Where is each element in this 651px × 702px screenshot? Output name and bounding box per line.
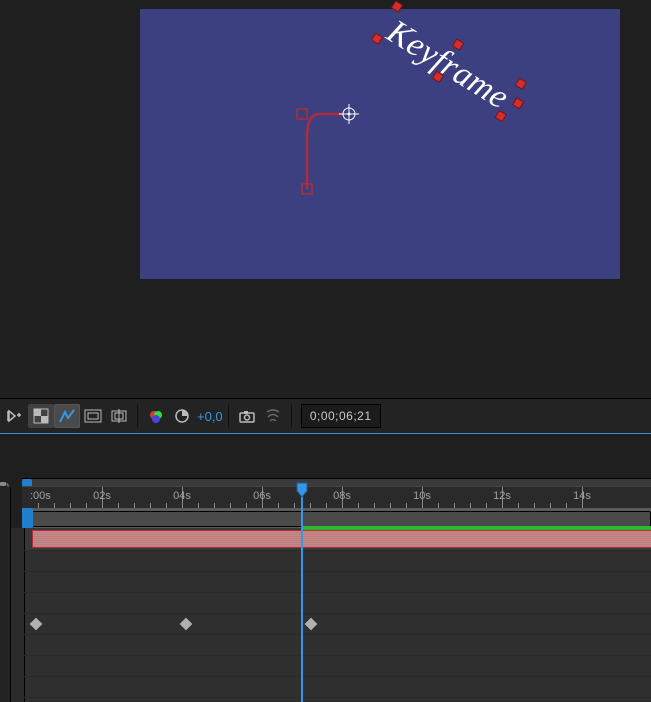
time-ruler[interactable]: :00s 02s 04s 06s 08s 10s 12s 14s [22, 486, 651, 510]
ruler-tick-label: 12s [493, 490, 511, 502]
keyframe-diamond[interactable] [30, 618, 43, 631]
show-snapshot-button[interactable] [260, 404, 286, 428]
mask-visibility-button[interactable] [54, 404, 80, 428]
toolbar-separator [228, 404, 229, 428]
fast-preview-button[interactable] [2, 404, 28, 428]
work-area-start-handle[interactable] [22, 508, 33, 528]
ruler-tick-label: 06s [253, 490, 271, 502]
work-area-region[interactable] [22, 511, 651, 527]
viewer-toolbar: +0,0 0;00;06;21 [0, 398, 651, 435]
exposure-reset-button[interactable] [169, 404, 195, 428]
timeline-tracks [10, 528, 651, 702]
preview-timecode[interactable]: 0;00;06;21 [301, 404, 381, 428]
safe-zones-button[interactable] [80, 404, 106, 428]
property-row[interactable] [10, 698, 651, 702]
exposure-value[interactable]: +0,0 [197, 409, 223, 424]
ruler-tick-label: 14s [573, 490, 591, 502]
text-layer-keyframe[interactable]: Keyframe [380, 13, 516, 117]
grid-guides-button[interactable] [106, 404, 132, 428]
property-row[interactable] [10, 551, 651, 572]
property-row[interactable] [10, 572, 651, 593]
composition-viewer[interactable]: Keyframe [0, 0, 651, 398]
color-management-button[interactable] [143, 404, 169, 428]
property-row[interactable] [10, 677, 651, 698]
layer-duration-bar[interactable] [32, 530, 651, 548]
ruler-tick-label: 08s [333, 490, 351, 502]
timeline-panel: :00s 02s 04s 06s 08s 10s 12s 14s [0, 434, 651, 702]
ruler-tick-label: 04s [173, 490, 191, 502]
keyframe-diamond[interactable] [180, 618, 193, 631]
ruler-tick-label: 02s [93, 490, 111, 502]
composition-stage[interactable]: Keyframe [140, 9, 620, 279]
transparency-grid-button[interactable] [28, 404, 54, 428]
property-row[interactable] [10, 635, 651, 656]
property-row[interactable] [10, 656, 651, 677]
ruler-start-label: :00s [30, 490, 51, 502]
timeline-gutter [0, 487, 11, 702]
layer-bar-row[interactable] [10, 528, 651, 551]
property-row[interactable] [10, 593, 651, 614]
keyframe-diamond[interactable] [305, 618, 318, 631]
snapshot-button[interactable] [234, 404, 260, 428]
toolbar-separator [137, 404, 138, 428]
keyframe-row[interactable] [10, 614, 651, 635]
ruler-tick-label: 10s [413, 490, 431, 502]
toolbar-separator [291, 404, 292, 428]
